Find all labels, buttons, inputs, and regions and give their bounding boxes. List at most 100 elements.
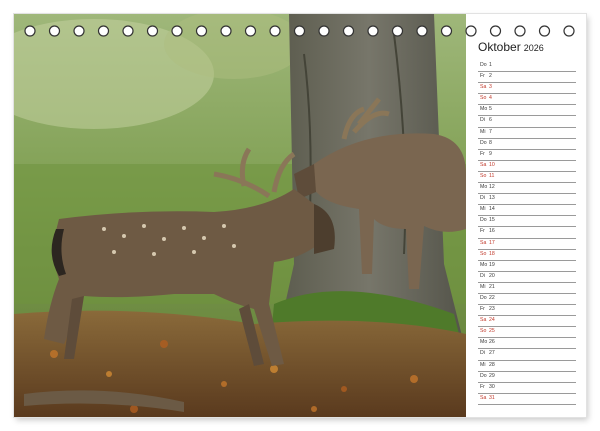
weekday-label: Sa bbox=[480, 239, 487, 246]
day-number: 7 bbox=[489, 128, 492, 135]
day-row: So 25 bbox=[478, 327, 576, 339]
day-row: Mi 28 bbox=[478, 361, 576, 372]
calendar-page: Oktober 2026 Do 1 Fr 2 Sa 3 So 4 Mo 5 Di 6 Mi 7 Do 8 Fr 9 S… bbox=[0, 0, 600, 431]
day-number: 3 bbox=[489, 84, 492, 91]
binding-ring bbox=[489, 25, 502, 37]
binding-ring bbox=[465, 25, 477, 37]
day-number: 10 bbox=[489, 161, 495, 168]
weekday-label: Di bbox=[480, 272, 485, 279]
day-row: Mo 26 bbox=[478, 338, 576, 350]
binding-ring bbox=[122, 25, 134, 37]
day-row: So 4 bbox=[478, 94, 576, 106]
weekday-label: Fr bbox=[480, 150, 485, 157]
weekday-label: Fr bbox=[480, 228, 485, 235]
binding-ring bbox=[269, 25, 281, 37]
weekday-label: Do bbox=[480, 294, 487, 301]
weekday-label: Fr bbox=[480, 73, 485, 80]
weekday-label: Sa bbox=[480, 161, 487, 168]
deer-illustration bbox=[14, 14, 466, 417]
calendar-column: Oktober 2026 Do 1 Fr 2 Sa 3 So 4 Mo 5 Di 6 Mi 7 Do 8 Fr 9 S… bbox=[478, 38, 576, 410]
day-number: 27 bbox=[489, 350, 495, 357]
day-number: 30 bbox=[489, 383, 495, 390]
binding-ring bbox=[563, 25, 575, 37]
day-number: 9 bbox=[489, 150, 492, 157]
day-row: Fr 2 bbox=[478, 72, 576, 84]
weekday-label: Fr bbox=[480, 306, 485, 313]
day-number: 23 bbox=[489, 306, 495, 313]
day-row: Do 8 bbox=[478, 139, 576, 150]
weekday-label: Mi bbox=[480, 283, 486, 290]
binding-ring bbox=[24, 25, 36, 37]
weekday-label: Mi bbox=[480, 361, 486, 368]
weekday-label: Mo bbox=[480, 106, 488, 113]
day-row: Sa 31 bbox=[478, 394, 576, 405]
day-row: Sa 17 bbox=[478, 239, 576, 250]
day-number: 12 bbox=[489, 184, 495, 191]
weekday-label: Sa bbox=[480, 394, 487, 401]
day-row: Do 1 bbox=[478, 61, 576, 73]
day-number: 22 bbox=[489, 294, 495, 301]
weekday-label: Sa bbox=[480, 317, 487, 324]
day-number: 13 bbox=[489, 195, 495, 202]
weekday-label: So bbox=[480, 172, 487, 179]
day-row: Fr 23 bbox=[478, 305, 576, 317]
day-number: 6 bbox=[489, 117, 492, 124]
day-row: Do 22 bbox=[478, 294, 576, 306]
weekday-label: Mi bbox=[480, 128, 486, 135]
day-number: 29 bbox=[489, 372, 495, 379]
day-number: 20 bbox=[489, 272, 495, 279]
day-number: 18 bbox=[489, 250, 495, 257]
day-number: 15 bbox=[489, 217, 495, 224]
weekday-label: Di bbox=[480, 117, 485, 124]
binding-ring bbox=[440, 25, 453, 37]
binding-ring bbox=[171, 25, 183, 37]
day-row: Di 20 bbox=[478, 272, 576, 283]
day-number: 8 bbox=[489, 139, 492, 146]
binding-ring bbox=[514, 25, 526, 37]
binding-ring bbox=[342, 25, 355, 37]
day-row: Do 15 bbox=[478, 216, 576, 228]
weekday-label: So bbox=[480, 328, 487, 335]
weekday-label: Mi bbox=[480, 206, 486, 213]
weekday-label: Do bbox=[480, 372, 487, 379]
binding-ring bbox=[146, 25, 159, 37]
day-list: Do 1 Fr 2 Sa 3 So 4 Mo 5 Di 6 Mi 7 Do 8 Fr 9 Sa 10 So 11 Mo 12 D… bbox=[478, 61, 576, 405]
day-row: Di 27 bbox=[478, 349, 576, 361]
day-row: Mi 7 bbox=[478, 128, 576, 139]
weekday-label: Mo bbox=[480, 261, 488, 268]
weekday-label: Do bbox=[480, 139, 487, 146]
day-number: 26 bbox=[489, 339, 495, 346]
binding-ring bbox=[293, 25, 306, 37]
weekday-label: Mo bbox=[480, 184, 488, 191]
weekday-label: So bbox=[480, 250, 487, 257]
binding-ring bbox=[318, 25, 330, 37]
day-number: 11 bbox=[489, 172, 495, 179]
day-number: 24 bbox=[489, 317, 495, 324]
month-name: Oktober bbox=[478, 40, 521, 54]
day-row: So 18 bbox=[478, 250, 576, 261]
day-number: 14 bbox=[489, 206, 495, 213]
binding-ring bbox=[538, 25, 551, 37]
spiral-binding bbox=[18, 24, 582, 38]
binding-ring bbox=[220, 25, 232, 37]
day-row: Fr 16 bbox=[478, 227, 576, 239]
day-number: 16 bbox=[489, 228, 495, 235]
day-row: Mo 12 bbox=[478, 183, 576, 195]
day-row: Do 29 bbox=[478, 372, 576, 383]
weekday-label: Di bbox=[480, 350, 485, 357]
day-number: 25 bbox=[489, 328, 495, 335]
day-row: Fr 30 bbox=[478, 383, 576, 394]
day-row: Fr 9 bbox=[478, 150, 576, 161]
day-number: 28 bbox=[489, 361, 495, 368]
day-number: 1 bbox=[489, 62, 492, 68]
weekday-label: Mo bbox=[480, 339, 488, 346]
binding-ring bbox=[416, 25, 428, 37]
month-title: Oktober 2026 bbox=[478, 38, 576, 56]
weekday-label: Do bbox=[480, 62, 487, 68]
day-row: Mi 21 bbox=[478, 283, 576, 294]
day-number: 2 bbox=[489, 73, 492, 80]
day-number: 21 bbox=[489, 283, 495, 290]
weekday-label: Di bbox=[480, 195, 485, 202]
day-number: 5 bbox=[489, 106, 492, 113]
binding-rings bbox=[24, 25, 575, 37]
